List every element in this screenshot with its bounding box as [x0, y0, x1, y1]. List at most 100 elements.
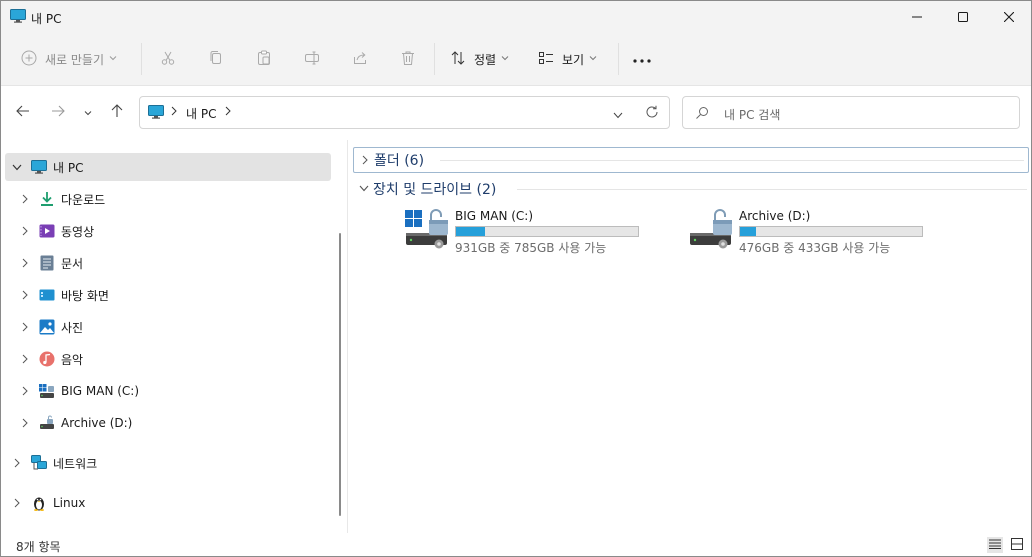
this-pc-icon	[31, 159, 47, 175]
nav-item-drive-c[interactable]: BIG MAN (C:)	[1, 377, 331, 405]
close-button[interactable]	[986, 1, 1031, 33]
nav-item-desktop[interactable]: 바탕 화면	[1, 281, 331, 309]
group-header-folders[interactable]: 폴더 (6)	[353, 147, 1029, 173]
chevron-right-icon[interactable]	[11, 457, 23, 469]
copy-icon	[208, 50, 224, 69]
cut-icon	[160, 50, 176, 69]
refresh-icon[interactable]	[645, 105, 659, 122]
delete-button[interactable]	[397, 43, 419, 75]
nav-label-drive-c: BIG MAN (C:)	[61, 384, 140, 398]
nav-item-network[interactable]: 네트워크	[1, 449, 331, 477]
view-icon	[538, 50, 554, 69]
chevron-right-icon[interactable]	[19, 289, 31, 301]
nav-item-pictures[interactable]: 사진	[1, 313, 331, 341]
details-view-button[interactable]	[987, 537, 1003, 553]
nav-item-linux[interactable]: Linux	[1, 489, 331, 517]
plus-icon	[21, 50, 37, 69]
forward-button[interactable]	[44, 97, 72, 127]
chevron-right-icon[interactable]	[19, 321, 31, 333]
nav-label-this-pc: 내 PC	[53, 160, 84, 175]
paste-button[interactable]	[253, 43, 275, 75]
group-header-devices[interactable]: 장치 및 드라이브 (2)	[353, 176, 1029, 202]
nav-label-drive-d: Archive (D:)	[61, 416, 133, 430]
cut-button[interactable]	[157, 43, 179, 75]
share-icon	[352, 50, 368, 69]
nav-item-this-pc[interactable]: 내 PC	[5, 153, 331, 181]
address-bar[interactable]: 내 PC	[139, 96, 670, 129]
document-icon	[39, 255, 55, 271]
chevron-right-icon[interactable]	[19, 353, 31, 365]
rename-button[interactable]	[301, 43, 323, 75]
chevron-right-icon[interactable]	[19, 257, 31, 269]
chevron-right-icon[interactable]	[19, 193, 31, 205]
group-title-folders: 폴더 (6)	[374, 153, 425, 169]
chevron-right-icon[interactable]	[19, 385, 31, 397]
breadcrumb-separator-icon[interactable]	[225, 105, 231, 119]
drive-free-space-c: 931GB 중 785GB 사용 가능	[455, 241, 607, 255]
nav-item-drive-d[interactable]: Archive (D:)	[1, 409, 331, 437]
breadcrumb-separator-icon[interactable]	[171, 105, 177, 119]
drive-usage-bar-c	[455, 226, 639, 237]
group-divider	[517, 189, 1027, 190]
status-bar: 8개 항목	[1, 533, 1031, 556]
drive-name-c: BIG MAN (C:)	[455, 209, 534, 223]
chevron-down-icon[interactable]	[358, 182, 370, 194]
breadcrumb-this-pc[interactable]: 내 PC	[186, 105, 216, 122]
details-view-icon	[989, 538, 1001, 552]
back-button[interactable]	[9, 97, 37, 127]
drive-usage-fill-c	[456, 227, 485, 236]
nav-item-documents[interactable]: 문서	[1, 249, 331, 277]
paste-icon	[256, 50, 272, 69]
navigation-row: 내 PC 내 PC 검색	[1, 86, 1031, 140]
nav-label-videos: 동영상	[61, 224, 95, 239]
drive-tile-c[interactable]: BIG MAN (C:) 931GB 중 785GB 사용 가능	[405, 209, 665, 259]
drive-tile-d[interactable]: Archive (D:) 476GB 중 433GB 사용 가능	[689, 209, 949, 259]
chevron-right-icon[interactable]	[19, 225, 31, 237]
search-placeholder: 내 PC 검색	[724, 108, 781, 122]
chevron-down-icon[interactable]	[11, 161, 23, 173]
drive-usage-fill-d	[740, 227, 757, 236]
group-divider	[440, 160, 1024, 161]
arrow-right-icon	[51, 105, 65, 120]
nav-label-documents: 문서	[61, 256, 84, 271]
locked-drive-icon	[689, 209, 735, 252]
item-count: 8개 항목	[16, 540, 61, 554]
navigation-scrollbar-thumb[interactable]	[339, 233, 341, 516]
address-history-button[interactable]	[613, 108, 623, 122]
share-button[interactable]	[349, 43, 371, 75]
title-bar: 내 PC	[1, 1, 1031, 33]
maximize-button[interactable]	[940, 1, 986, 33]
more-options-button[interactable]	[631, 43, 653, 75]
pane-splitter[interactable]	[347, 140, 348, 533]
search-box[interactable]: 내 PC 검색	[682, 96, 1020, 129]
nav-item-downloads[interactable]: 다운로드	[1, 185, 331, 213]
nav-label-pictures: 사진	[61, 320, 84, 335]
new-button[interactable]: 새로 만들기	[21, 43, 117, 75]
up-button[interactable]	[103, 97, 131, 127]
chevron-right-icon[interactable]	[11, 497, 23, 509]
chevron-right-icon[interactable]	[19, 417, 31, 429]
minimize-button[interactable]	[894, 1, 940, 33]
chevron-right-icon[interactable]	[359, 154, 371, 166]
tiles-view-icon	[1011, 537, 1023, 553]
tiles-view-button[interactable]	[1009, 537, 1025, 553]
arrow-up-icon	[111, 103, 123, 121]
file-explorer-window: 내 PC 새로 만들기 정렬 보기 내 PC 내 PC 검색 내 PC 다운로드…	[0, 0, 1032, 557]
arrow-left-icon	[16, 105, 30, 120]
more-icon	[633, 52, 651, 66]
recent-locations-button[interactable]	[75, 97, 101, 127]
sort-button[interactable]: 정렬	[450, 43, 509, 75]
chevron-down-icon	[109, 54, 117, 64]
desktop-icon	[39, 287, 55, 303]
drive-icon	[39, 415, 55, 431]
drive-name-d: Archive (D:)	[739, 209, 811, 223]
content-pane: 폴더 (6) 장치 및 드라이브 (2) BIG MAN (C:) 931GB …	[349, 140, 1031, 533]
nav-item-videos[interactable]: 동영상	[1, 217, 331, 245]
sort-icon	[450, 50, 466, 69]
copy-button[interactable]	[205, 43, 227, 75]
view-button[interactable]: 보기	[538, 43, 597, 75]
pictures-icon	[39, 319, 55, 335]
nav-label-linux: Linux	[53, 496, 86, 510]
nav-item-music[interactable]: 음악	[1, 345, 331, 373]
toolbar-divider	[141, 43, 142, 75]
